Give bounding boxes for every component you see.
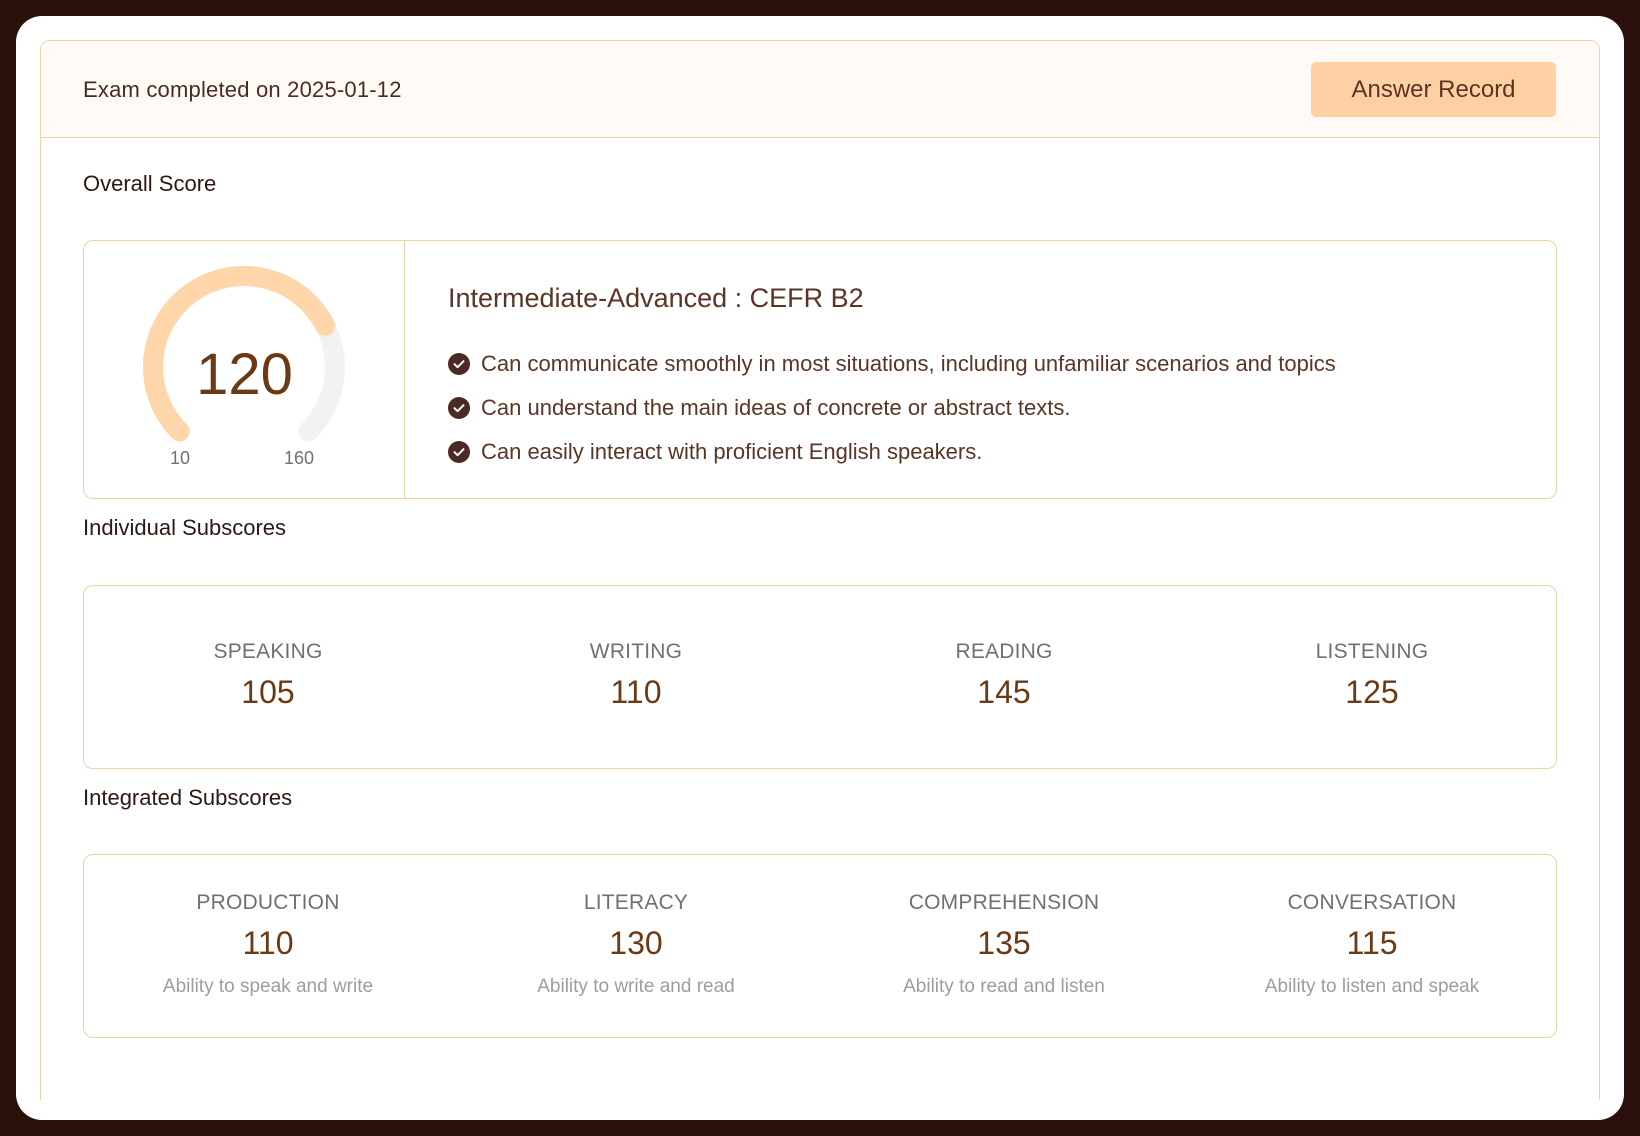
check-circle-icon bbox=[448, 441, 470, 463]
level-descriptor-text: Can communicate smoothly in most situati… bbox=[481, 351, 1336, 376]
integrated-subscores-panel: PRODUCTION 110 Ability to speak and writ… bbox=[83, 854, 1557, 1038]
subscore-label: WRITING bbox=[589, 640, 683, 663]
subscore-label: CONVERSATION bbox=[1287, 891, 1457, 914]
answer-record-button[interactable]: Answer Record bbox=[1311, 62, 1556, 117]
subscore-speaking: SPEAKING 105 bbox=[84, 586, 452, 768]
subscore-value: 110 bbox=[610, 674, 662, 710]
subscore-value: 110 bbox=[242, 925, 294, 961]
subscore-value: 105 bbox=[241, 674, 295, 710]
level-descriptor: Can communicate smoothly in most situati… bbox=[448, 342, 1336, 386]
cefr-level-title: Intermediate-Advanced : CEFR B2 bbox=[448, 283, 864, 313]
subscore-comprehension: COMPREHENSION 135 Ability to read and li… bbox=[820, 855, 1188, 1037]
subscore-value: 135 bbox=[977, 925, 1031, 961]
report-header: Exam completed on 2025-01-12 Answer Reco… bbox=[41, 41, 1599, 138]
level-descriptor-text: Can easily interact with proficient Engl… bbox=[481, 439, 983, 464]
subscore-writing: WRITING 110 bbox=[452, 586, 820, 768]
score-report-card: Exam completed on 2025-01-12 Answer Reco… bbox=[40, 40, 1600, 1100]
subscore-description: Ability to write and read bbox=[537, 976, 735, 997]
individual-subscores-title: Individual Subscores bbox=[83, 515, 287, 540]
subscore-production: PRODUCTION 110 Ability to speak and writ… bbox=[84, 855, 452, 1037]
gauge-max-label: 160 bbox=[283, 448, 315, 468]
overall-score-title: Overall Score bbox=[83, 171, 217, 196]
exam-completed-date: Exam completed on 2025-01-12 bbox=[83, 77, 402, 102]
subscore-value: 130 bbox=[609, 925, 663, 961]
subscore-reading: READING 145 bbox=[820, 586, 1188, 768]
subscore-label: LISTENING bbox=[1315, 640, 1429, 663]
overall-score-panel: 120 10 160 Intermediate-Advanced : CEFR … bbox=[83, 240, 1557, 499]
score-gauge: 120 10 160 bbox=[84, 241, 405, 498]
overall-score-value: 120 bbox=[196, 342, 293, 407]
level-descriptor: Can easily interact with proficient Engl… bbox=[448, 430, 1336, 474]
level-descriptor-text: Can understand the main ideas of concret… bbox=[481, 395, 1071, 420]
subscore-literacy: LITERACY 130 Ability to write and read bbox=[452, 855, 820, 1037]
subscore-conversation: CONVERSATION 115 Ability to listen and s… bbox=[1188, 855, 1556, 1037]
subscore-label: READING bbox=[955, 640, 1053, 663]
check-circle-icon bbox=[448, 397, 470, 419]
subscore-label: LITERACY bbox=[583, 891, 689, 914]
subscore-value: 115 bbox=[1346, 925, 1398, 961]
subscore-value: 145 bbox=[977, 674, 1031, 710]
subscore-description: Ability to read and listen bbox=[903, 976, 1105, 997]
level-descriptor: Can understand the main ideas of concret… bbox=[448, 386, 1336, 430]
subscore-description: Ability to listen and speak bbox=[1264, 976, 1480, 997]
check-circle-icon bbox=[448, 353, 470, 375]
subscore-label: SPEAKING bbox=[213, 640, 323, 663]
integrated-subscores-title: Integrated Subscores bbox=[83, 785, 293, 810]
subscore-label: PRODUCTION bbox=[196, 891, 340, 914]
gauge-min-label: 10 bbox=[169, 448, 191, 468]
app-window: Exam completed on 2025-01-12 Answer Reco… bbox=[16, 16, 1624, 1120]
subscore-label: COMPREHENSION bbox=[908, 891, 1100, 914]
individual-subscores-panel: SPEAKING 105 WRITING 110 READING 145 LIS… bbox=[83, 585, 1557, 769]
subscore-value: 125 bbox=[1345, 674, 1399, 710]
subscore-listening: LISTENING 125 bbox=[1188, 586, 1556, 768]
level-descriptor-list: Can communicate smoothly in most situati… bbox=[448, 342, 1336, 474]
level-description: Intermediate-Advanced : CEFR B2 Can comm… bbox=[405, 241, 1556, 498]
subscore-description: Ability to speak and write bbox=[162, 976, 374, 997]
